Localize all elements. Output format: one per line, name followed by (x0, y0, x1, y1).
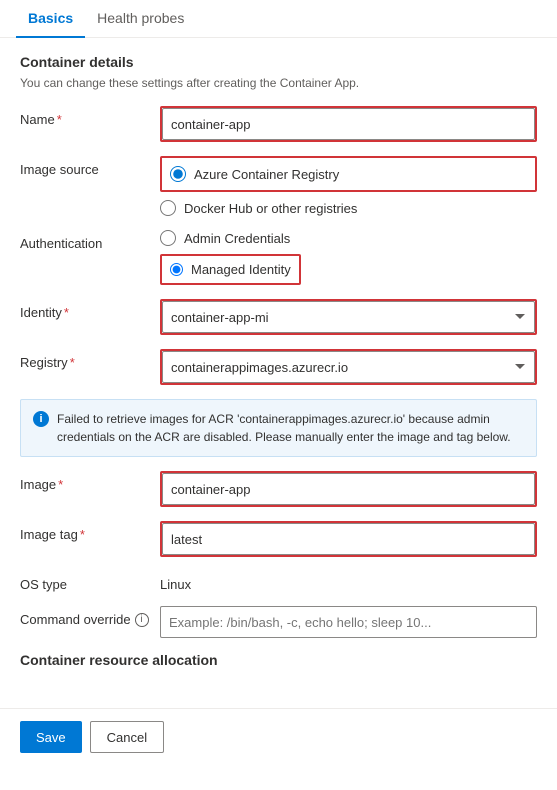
tabs: Basics Health probes (0, 0, 557, 38)
command-override-label: Command override i (20, 606, 160, 627)
radio-managed-wrapper: Managed Identity (160, 254, 537, 285)
name-row: Name* (20, 106, 537, 142)
os-type-value: Linux (160, 571, 537, 592)
info-box: i Failed to retrieve images for ACR 'con… (20, 399, 537, 457)
os-type-label: OS type (20, 571, 160, 592)
identity-control: container-app-mi (160, 299, 537, 335)
identity-row: Identity* container-app-mi (20, 299, 537, 335)
radio-acr-label: Azure Container Registry (194, 167, 339, 182)
identity-required: * (64, 305, 69, 320)
radio-docker-input[interactable] (160, 200, 176, 216)
identity-label: Identity* (20, 299, 160, 320)
image-tag-input[interactable] (162, 523, 535, 555)
image-required: * (58, 477, 63, 492)
image-source-highlight-box: Azure Container Registry (160, 156, 537, 192)
image-label: Image* (20, 471, 160, 492)
image-tag-row: Image tag* (20, 521, 537, 557)
tab-basics[interactable]: Basics (16, 0, 85, 38)
command-override-control (160, 606, 537, 638)
image-row: Image* (20, 471, 537, 507)
command-override-input[interactable] (160, 606, 537, 638)
registry-dropdown[interactable]: containerappimages.azurecr.io (162, 351, 535, 383)
cancel-button[interactable]: Cancel (90, 721, 164, 753)
radio-docker[interactable]: Docker Hub or other registries (160, 200, 537, 216)
name-input[interactable] (162, 108, 535, 140)
image-tag-label: Image tag* (20, 521, 160, 542)
radio-acr[interactable]: Azure Container Registry (170, 166, 527, 182)
registry-label: Registry* (20, 349, 160, 370)
image-highlight-box (160, 471, 537, 507)
name-required: * (57, 112, 62, 127)
tab-health-probes[interactable]: Health probes (85, 0, 196, 38)
name-highlight-box (160, 106, 537, 142)
image-tag-highlight-box (160, 521, 537, 557)
image-source-label: Image source (20, 156, 160, 177)
footer: Save Cancel (0, 708, 557, 765)
allocation-title: Container resource allocation (20, 652, 537, 668)
radio-managed-input[interactable] (170, 263, 183, 276)
info-icon: i (33, 411, 49, 427)
radio-admin-input[interactable] (160, 230, 176, 246)
identity-highlight-box: container-app-mi (160, 299, 537, 335)
radio-admin[interactable]: Admin Credentials (160, 230, 537, 246)
registry-required: * (70, 355, 75, 370)
info-text: Failed to retrieve images for ACR 'conta… (57, 410, 524, 446)
os-type-row: OS type Linux (20, 571, 537, 592)
image-input[interactable] (162, 473, 535, 505)
name-control (160, 106, 537, 142)
section-desc: You can change these settings after crea… (20, 76, 537, 90)
identity-dropdown[interactable]: container-app-mi (162, 301, 535, 333)
save-button[interactable]: Save (20, 721, 82, 753)
managed-identity-highlight-box: Managed Identity (160, 254, 301, 285)
image-tag-control (160, 521, 537, 557)
command-override-tooltip-icon[interactable]: i (135, 613, 149, 627)
image-source-control: Azure Container Registry Docker Hub or o… (160, 156, 537, 216)
radio-managed-label: Managed Identity (191, 262, 291, 277)
auth-row: Authentication Admin Credentials Managed… (20, 230, 537, 285)
registry-highlight-box: containerappimages.azurecr.io (160, 349, 537, 385)
image-source-row: Image source Azure Container Registry Do… (20, 156, 537, 216)
registry-control: containerappimages.azurecr.io (160, 349, 537, 385)
name-label: Name* (20, 106, 160, 127)
auth-control: Admin Credentials Managed Identity (160, 230, 537, 285)
radio-acr-input[interactable] (170, 166, 186, 182)
radio-docker-wrapper: Docker Hub or other registries (160, 200, 537, 216)
image-tag-required: * (80, 527, 85, 542)
registry-row: Registry* containerappimages.azurecr.io (20, 349, 537, 385)
auth-label: Authentication (20, 230, 160, 251)
radio-docker-label: Docker Hub or other registries (184, 201, 357, 216)
section-title: Container details (20, 54, 537, 70)
command-override-row: Command override i (20, 606, 537, 638)
content-area: Container details You can change these s… (0, 38, 557, 700)
image-control (160, 471, 537, 507)
radio-admin-label: Admin Credentials (184, 231, 290, 246)
